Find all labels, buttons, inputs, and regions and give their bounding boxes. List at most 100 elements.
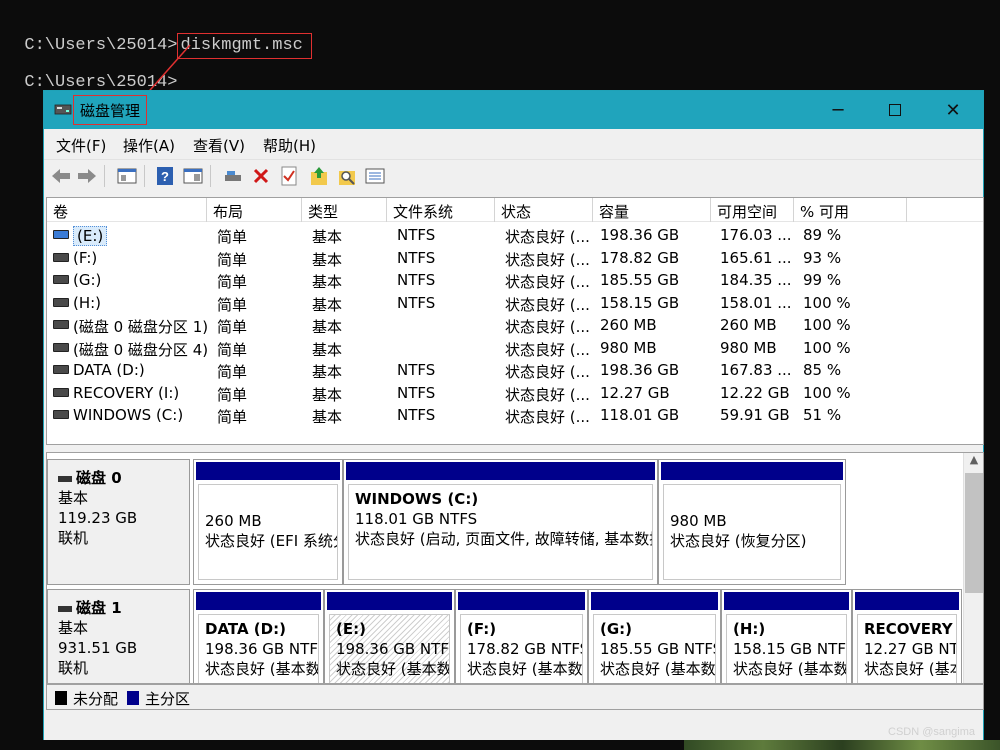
volume-row[interactable]: (F:) 简单 基本 NTFS 状态良好 (... 178.82 GB 165.61 ...… (47, 247, 983, 270)
column-header-layout[interactable]: 布局 (207, 198, 302, 222)
cell-percent-free: 100 % (803, 293, 851, 312)
cell-free-space: 165.61 ... (720, 248, 792, 267)
cell-volume-name: (H:) (73, 293, 102, 312)
volume-row[interactable]: (E:) 简单 基本 NTFS 状态良好 (... 198.36 GB 176.03 ...… (47, 224, 983, 247)
status-bar (44, 713, 983, 740)
volume-row[interactable]: RECOVERY (I:) 简单 基本 NTFS 状态良好 (... 12.27 GB 12… (47, 382, 983, 405)
menu-action[interactable]: 操作(A) (123, 135, 175, 156)
toolbar-separator (104, 165, 105, 187)
partition-block[interactable]: (H:) 158.15 GB NTFS 状态良好 (基本数 (721, 589, 852, 683)
partition-block[interactable]: WINDOWS (C:) 118.01 GB NTFS 状态良好 (启动, 页面文件… (343, 459, 658, 585)
partition-size: 198.36 GB NTFS (336, 640, 450, 658)
partition-type-bar (346, 462, 655, 480)
volume-row[interactable]: (H:) 简单 基本 NTFS 状态良好 (... 158.15 GB 158.01 ...… (47, 292, 983, 315)
drive-icon (53, 320, 69, 329)
partition-block[interactable]: 980 MB 状态良好 (恢复分区) (658, 459, 846, 585)
title-bar[interactable]: 磁盘管理 ─ ✕ (44, 91, 983, 129)
partition-block[interactable]: DATA (D:) 198.36 GB NTFS 状态良好 (基本数 (193, 589, 324, 683)
cell-percent-free: 85 % (803, 361, 842, 379)
cell-type: 基本 (312, 273, 343, 291)
partition-type-bar (196, 462, 340, 480)
volume-list-header: 卷 布局 类型 文件系统 状态 容量 可用空间 % 可用 (47, 198, 983, 222)
partition-title: DATA (D:) (205, 620, 286, 638)
cell-volume-name: (磁盘 0 磁盘分区 4) (73, 340, 209, 359)
volume-row[interactable]: (G:) 简单 基本 NTFS 状态良好 (... 185.55 GB 184.35 ...… (47, 269, 983, 292)
partition-details: (G:) 185.55 GB NTFS 状态良好 (基本数 (593, 614, 716, 683)
cell-type: 基本 (312, 340, 343, 359)
console-command-highlight: diskmgmt.msc (177, 33, 312, 59)
column-header-status[interactable]: 状态 (495, 198, 593, 222)
up-arrow-folder-icon[interactable] (308, 165, 330, 187)
connect-drive-icon[interactable] (222, 165, 244, 187)
volume-row[interactable]: DATA (D:) 简单 基本 NTFS 状态良好 (... 198.36 GB 167.8… (47, 359, 983, 382)
partition-block[interactable]: RECOVERY 12.27 GB NT 状态良好 (基本 (852, 589, 962, 683)
cell-free-space: 176.03 ... (720, 226, 792, 244)
partition-type-bar (661, 462, 843, 480)
drive-icon (53, 387, 69, 397)
disk-title: 磁盘 0 (58, 468, 189, 488)
toolbar-separator (144, 165, 145, 187)
cell-type: 基本 (312, 250, 343, 269)
properties-panel-icon[interactable] (116, 165, 138, 187)
back-arrow-icon[interactable] (50, 165, 72, 187)
help-icon[interactable]: ? (154, 165, 176, 187)
cell-type: 基本 (312, 295, 343, 314)
menu-view[interactable]: 查看(V) (193, 135, 245, 156)
cell-capacity: 185.55 GB (600, 271, 680, 289)
partition-block[interactable]: (F:) 178.82 GB NTFS 状态良好 (基本数 (455, 589, 588, 683)
cell-filesystem: NTFS (397, 271, 436, 289)
cell-free-space: 158.01 ... (720, 293, 792, 312)
cell-layout: 简单 (217, 250, 248, 269)
partition-details: WINDOWS (C:) 118.01 GB NTFS 状态良好 (启动, 页面文件… (348, 484, 653, 580)
watermark: CSDN @sangima (888, 726, 975, 738)
partition-size: 118.01 GB NTFS (355, 510, 478, 528)
column-header-type[interactable]: 类型 (302, 198, 387, 222)
partition-block[interactable]: (E:) 198.36 GB NTFS 状态良好 (基本数 (324, 589, 455, 683)
cell-status: 状态良好 (... (505, 228, 590, 246)
disk-label-0[interactable]: 磁盘 0 基本 119.23 GB 联机 (47, 459, 190, 585)
menu-bar: 文件(F) 操作(A) 查看(V) 帮助(H) (44, 129, 983, 159)
check-icon[interactable] (278, 165, 300, 187)
scroll-thumb[interactable] (965, 473, 983, 593)
column-header-volume[interactable]: 卷 (47, 198, 207, 222)
cell-free-space: 12.22 GB (720, 383, 790, 402)
minimize-button[interactable]: ─ (809, 91, 867, 129)
maximize-icon (888, 103, 901, 116)
list-icon[interactable] (364, 165, 386, 187)
cell-free-space: 980 MB (720, 338, 777, 357)
cell-free-space: 184.35 ... (720, 271, 792, 289)
disk-size: 119.23 GB (58, 509, 138, 527)
partition-block[interactable]: 260 MB 状态良好 (EFI 系统分 (193, 459, 343, 585)
column-header-filesystem[interactable]: 文件系统 (387, 198, 495, 222)
legend-label-primary: 主分区 (145, 690, 191, 708)
forward-arrow-icon[interactable] (76, 165, 98, 187)
drive-icon (53, 252, 69, 262)
show-hide-pane-icon[interactable] (182, 165, 204, 187)
cell-status: 状态良好 (... (505, 295, 590, 314)
window-title: 磁盘管理 (73, 95, 148, 125)
column-header-capacity[interactable]: 容量 (593, 198, 711, 222)
partition-details: (E:) 198.36 GB NTFS 状态良好 (基本数 (329, 614, 450, 683)
disk-label-1[interactable]: 磁盘 1 基本 931.51 GB 联机 (47, 589, 190, 683)
column-header-percent-free[interactable]: % 可用 (794, 198, 907, 222)
vertical-scrollbar[interactable]: ▲ (963, 453, 983, 683)
search-folder-icon[interactable] (336, 165, 358, 187)
cell-filesystem: NTFS (397, 361, 436, 379)
cell-capacity: 198.36 GB (600, 361, 680, 379)
close-button[interactable]: ✕ (924, 91, 982, 129)
column-header-free-space[interactable]: 可用空间 (711, 198, 794, 222)
partition-size: 158.15 GB NTFS (733, 640, 847, 658)
menu-file[interactable]: 文件(F) (56, 135, 106, 156)
menu-help[interactable]: 帮助(H) (263, 135, 316, 156)
volume-row[interactable]: WINDOWS (C:) 简单 基本 NTFS 状态良好 (... 118.01 GB 59… (47, 404, 983, 427)
volume-row[interactable]: (磁盘 0 磁盘分区 4) 简单 基本 状态良好 (... 980 MB 980 MB 10… (47, 337, 983, 360)
delete-icon[interactable] (250, 165, 272, 187)
maximize-button[interactable] (866, 91, 924, 129)
scroll-up-icon[interactable]: ▲ (964, 453, 983, 471)
drive-icon (53, 297, 69, 307)
partition-status: 状态良好 (EFI 系统分 (205, 532, 338, 550)
partition-details: DATA (D:) 198.36 GB NTFS 状态良好 (基本数 (198, 614, 319, 683)
cell-volume-name: (F:) (73, 248, 98, 267)
volume-row[interactable]: (磁盘 0 磁盘分区 1) 简单 基本 状态良好 (... 260 MB 260 MB 10… (47, 314, 983, 337)
partition-block[interactable]: (G:) 185.55 GB NTFS 状态良好 (基本数 (588, 589, 721, 683)
